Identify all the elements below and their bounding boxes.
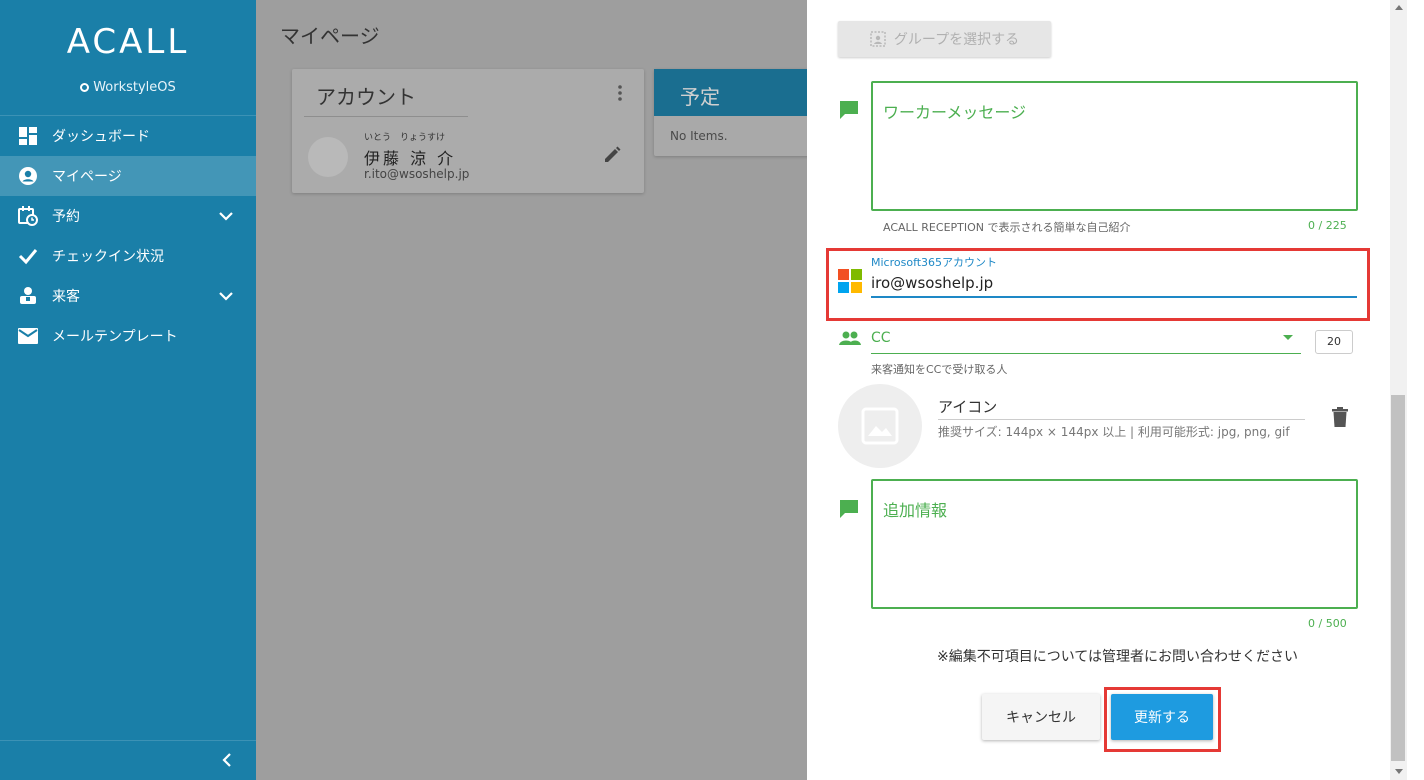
sidebar-item-reservation[interactable]: 予約 — [0, 196, 256, 236]
sidebar-item-dashboard[interactable]: ダッシュボード — [0, 116, 256, 156]
sidebar-item-checkin[interactable]: チェックイン状況 — [0, 236, 256, 276]
sidebar-item-mypage[interactable]: マイページ — [0, 156, 256, 196]
sidebar-item-label: 予約 — [52, 209, 80, 225]
account-heading: アカウント — [316, 85, 416, 109]
people-icon — [839, 331, 861, 345]
additional-info-textarea[interactable]: 追加情報 — [871, 479, 1358, 609]
schedule-heading: 予定 — [680, 85, 720, 109]
sidebar-item-label: メールテンプレート — [52, 329, 178, 345]
cancel-button[interactable]: キャンセル — [982, 694, 1100, 740]
sidebar-item-mail-template[interactable]: メールテンプレート — [0, 316, 256, 356]
page-title: マイページ — [280, 24, 380, 48]
mail-icon — [18, 326, 38, 346]
dropdown-arrow-icon — [1283, 335, 1293, 340]
icon-field-hint: 推奨サイズ: 144px × 144px 以上 | 利用可能形式: jpg, p… — [938, 425, 1290, 439]
image-placeholder-icon — [861, 407, 899, 445]
update-button[interactable]: 更新する — [1111, 694, 1213, 740]
visitor-icon — [18, 286, 38, 306]
message-icon — [840, 500, 858, 518]
icon-upload[interactable] — [838, 384, 922, 468]
icon-field-title: アイコン — [938, 396, 1305, 420]
sub-logo: WorkstyleOS — [0, 80, 256, 95]
chevron-down-icon[interactable] — [218, 208, 234, 224]
edit-panel: グループを選択する ワーカーメッセージ ACALL RECEPTION で表示さ… — [807, 0, 1424, 780]
schedule-header — [654, 69, 814, 116]
microsoft-icon — [838, 269, 862, 293]
account-card: アカウント いとう りょうすけ 伊藤 涼 介 r.ito@wsoshelp.jp — [292, 69, 644, 193]
sidebar: ACALL WorkstyleOS ダッシュボード マイページ 予約 チェックイ… — [0, 0, 256, 780]
name-ruby: いとう りょうすけ — [364, 133, 446, 143]
calendar-clock-icon — [18, 206, 38, 226]
select-group-button[interactable]: グループを選択する — [838, 21, 1051, 57]
worker-message-counter: 0 / 225 — [1308, 219, 1347, 232]
additional-info-counter: 0 / 500 — [1308, 617, 1347, 630]
microsoft-account-label: Microsoft365アカウント — [871, 256, 998, 269]
empty-message: No Items. — [670, 129, 728, 143]
select-group-label: グループを選択する — [893, 32, 1020, 48]
schedule-card: 予定 No Items. — [654, 69, 814, 156]
app-logo: ACALL — [66, 22, 190, 62]
message-icon — [840, 101, 858, 119]
group-select-icon — [870, 31, 886, 47]
circle-logo-icon — [80, 83, 90, 92]
cc-label: CC — [871, 330, 891, 346]
sidebar-item-label: チェックイン状況 — [52, 249, 164, 265]
microsoft-account-input[interactable] — [871, 270, 1357, 298]
worker-message-textarea[interactable]: ワーカーメッセージ — [871, 81, 1358, 211]
cc-hint: 来客通知をCCで受け取る人 — [871, 363, 1008, 376]
sidebar-item-label: マイページ — [52, 169, 122, 185]
more-vert-icon[interactable] — [618, 85, 622, 101]
scroll-down-icon[interactable] — [1394, 768, 1404, 776]
dashboard-icon — [18, 126, 38, 146]
scroll-up-icon[interactable] — [1394, 3, 1404, 11]
cc-select[interactable]: CC — [871, 326, 1301, 354]
sidebar-nav: ダッシュボード マイページ 予約 チェックイン状況 来客 メールテンプレート — [0, 115, 256, 356]
worker-message-hint: ACALL RECEPTION で表示される簡単な自己紹介 — [883, 221, 1131, 234]
window-edge — [1407, 0, 1424, 780]
cc-count-badge: 20 — [1315, 330, 1353, 354]
account-circle-icon — [18, 166, 38, 186]
delete-icon[interactable] — [1331, 407, 1349, 427]
chevron-left-icon[interactable] — [220, 750, 234, 770]
user-name: 伊藤 涼 介 — [364, 149, 457, 168]
user-email: r.ito@wsoshelp.jp — [364, 167, 470, 181]
sidebar-item-label: ダッシュボード — [52, 129, 150, 145]
additional-info-label: 追加情報 — [883, 501, 948, 520]
edit-notice: ※編集不可項目については管理者にお問い合わせください — [807, 646, 1424, 666]
chevron-down-icon[interactable] — [218, 288, 234, 304]
main-content: マイページ アカウント いとう りょうすけ 伊藤 涼 介 r.ito@wsosh… — [256, 0, 814, 780]
edit-icon[interactable] — [602, 145, 622, 165]
avatar — [308, 137, 348, 177]
check-icon — [18, 246, 38, 266]
edit-notice-text: ※編集不可項目については管理者にお問い合わせください — [936, 649, 1299, 665]
sub-logo-text: WorkstyleOS — [93, 80, 176, 95]
scrollbar-thumb[interactable] — [1391, 395, 1405, 761]
sidebar-item-visitor[interactable]: 来客 — [0, 276, 256, 316]
sidebar-item-label: 来客 — [52, 289, 80, 305]
sidebar-footer — [0, 740, 256, 780]
worker-message-label: ワーカーメッセージ — [883, 103, 1027, 122]
divider — [304, 116, 468, 117]
